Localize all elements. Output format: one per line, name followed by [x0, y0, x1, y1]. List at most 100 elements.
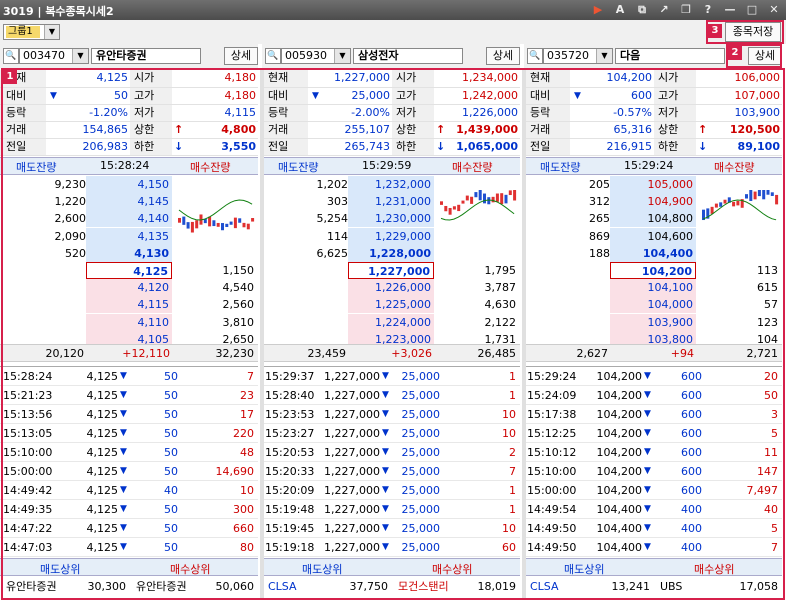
bid-price[interactable]: 104,100	[610, 279, 696, 297]
bid-remain-header: 매수잔량	[714, 161, 755, 174]
trade-price: 1,227,000	[324, 370, 380, 383]
link-icon[interactable]: ⧉	[634, 2, 650, 18]
ask-price[interactable]: 4,130	[86, 244, 172, 262]
chevron-down-icon[interactable]: ▼	[596, 49, 612, 63]
bid-total: 26,485	[477, 347, 517, 360]
candle	[216, 222, 220, 227]
stock-name-field[interactable]: 삼성전자	[353, 48, 463, 64]
trade-row: 15:28:24 4,125 ▼ 50 7	[0, 367, 258, 386]
ask-price[interactable]: 104,800	[610, 210, 696, 228]
bid-row[interactable]: 4,120 4,540	[0, 279, 258, 297]
bid-row[interactable]: 4,125 1,150	[0, 262, 258, 279]
bid-row[interactable]: 104,000 57	[524, 296, 782, 314]
help-icon[interactable]: ?	[700, 2, 716, 18]
trade-change: 600	[681, 484, 702, 497]
ask-price[interactable]: 1,228,000	[348, 244, 434, 262]
buy-broker: 모건스탠리	[398, 580, 449, 593]
play-icon[interactable]: ▶	[590, 2, 606, 18]
bid-price[interactable]: 4,120	[86, 279, 172, 297]
label-current: 현재	[262, 70, 308, 88]
bid-price[interactable]: 103,900	[610, 313, 696, 331]
trade-list[interactable]: 15:29:37 1,227,000 ▼ 25,000 1 15:28:40 1…	[262, 366, 520, 557]
trade-change: 50	[164, 446, 178, 459]
bid-row[interactable]: 4,115 2,560	[0, 296, 258, 314]
detail-button[interactable]: 상세	[748, 47, 782, 65]
maximize-icon[interactable]: □	[744, 2, 760, 18]
ask-quantity: 188	[589, 246, 610, 260]
trade-change: 25,000	[401, 389, 441, 402]
ask-price[interactable]: 1,232,000	[348, 176, 434, 193]
bid-row[interactable]: 1,226,000 3,787	[262, 279, 520, 297]
trade-volume: 23	[240, 389, 254, 402]
bid-price[interactable]: 1,225,000	[348, 296, 434, 314]
ask-price[interactable]: 1,230,000	[348, 210, 434, 228]
bid-price[interactable]: 1,224,000	[348, 313, 434, 331]
trade-volume: 80	[240, 541, 254, 554]
trade-time: 15:29:24	[527, 370, 577, 383]
bid-row[interactable]: 103,900 123	[524, 313, 782, 331]
trade-list[interactable]: 15:28:24 4,125 ▼ 50 7 15:21:23 4,125 ▼ 5…	[0, 366, 258, 557]
ask-price[interactable]: 105,000	[610, 176, 696, 193]
bid-row[interactable]: 104,100 615	[524, 279, 782, 297]
trade-change: 25,000	[401, 541, 441, 554]
label-volume: 거래	[262, 121, 308, 139]
ask-price[interactable]: 1,229,000	[348, 227, 434, 245]
stock-name-field[interactable]: 유안타증권	[91, 48, 201, 64]
bid-price[interactable]: 1,227,000	[348, 262, 434, 279]
search-icon[interactable]: 🔍	[3, 48, 19, 64]
group-select[interactable]: 그룹1 ▼	[3, 24, 60, 40]
detail-button[interactable]: 상세	[224, 47, 258, 65]
trade-list[interactable]: 15:29:24 104,200 ▼ 600 20 15:24:09 104,2…	[524, 366, 782, 557]
bid-quantity: 1,150	[222, 264, 255, 277]
bid-row[interactable]: 1,225,000 4,630	[262, 296, 520, 314]
detail-button[interactable]: 상세	[486, 47, 520, 65]
down-arrow-icon: ▼	[644, 523, 651, 533]
down-arrow-icon: ▼	[644, 428, 651, 438]
search-icon[interactable]: 🔍	[265, 48, 281, 64]
chevron-down-icon[interactable]: ▼	[44, 25, 59, 39]
bid-price[interactable]: 104,000	[610, 296, 696, 314]
stock-search-bar: 🔍 003470 ▼ 유안타증권 상세	[0, 44, 258, 68]
trade-volume: 60	[502, 541, 516, 554]
ask-price[interactable]: 104,600	[610, 227, 696, 245]
label-lower-limit: 하한	[392, 138, 434, 156]
trade-time: 15:20:33	[265, 465, 315, 478]
chevron-down-icon[interactable]: ▼	[334, 49, 350, 63]
search-icon[interactable]: 🔍	[527, 48, 543, 64]
trade-change: 50	[164, 408, 178, 421]
trade-row: 15:20:53 1,227,000 ▼ 25,000 2	[262, 443, 520, 462]
ask-price[interactable]: 4,135	[86, 227, 172, 245]
bid-price[interactable]: 4,110	[86, 313, 172, 331]
trade-volume: 48	[240, 446, 254, 459]
trade-price: 4,125	[86, 427, 119, 440]
ask-price[interactable]: 104,900	[610, 193, 696, 211]
minimize-icon[interactable]: —	[722, 2, 738, 18]
candle	[233, 217, 237, 229]
ask-price[interactable]: 4,140	[86, 210, 172, 228]
chevron-down-icon[interactable]: ▼	[72, 49, 88, 63]
candle	[178, 217, 181, 223]
pin-icon[interactable]: ↗	[656, 2, 672, 18]
bid-row[interactable]: 4,110 3,810	[0, 313, 258, 331]
bid-row[interactable]: 1,224,000 2,122	[262, 313, 520, 331]
bid-row[interactable]: 1,227,000 1,795	[262, 262, 520, 279]
label-high: 고가	[654, 87, 696, 105]
bid-price[interactable]: 1,226,000	[348, 279, 434, 297]
trade-price: 1,227,000	[324, 465, 380, 478]
ask-price[interactable]: 104,400	[610, 244, 696, 262]
stock-name-field[interactable]: 다음	[615, 48, 725, 64]
save-stocks-button[interactable]: 종목저장	[725, 22, 781, 42]
ask-price[interactable]: 1,231,000	[348, 193, 434, 211]
buy-broker: UBS	[660, 580, 683, 593]
bid-row[interactable]: 104,200 113	[524, 262, 782, 279]
ask-quantity: 520	[65, 246, 86, 260]
ask-price[interactable]: 4,150	[86, 176, 172, 193]
ask-price[interactable]: 4,145	[86, 193, 172, 211]
restore-icon[interactable]: ❐	[678, 2, 694, 18]
bid-price[interactable]: 104,200	[610, 262, 696, 279]
bid-price[interactable]: 4,115	[86, 296, 172, 314]
font-icon[interactable]: A	[612, 2, 628, 18]
label-rate: 등락	[262, 104, 308, 122]
close-icon[interactable]: ✕	[766, 2, 782, 18]
bid-price[interactable]: 4,125	[86, 262, 172, 279]
